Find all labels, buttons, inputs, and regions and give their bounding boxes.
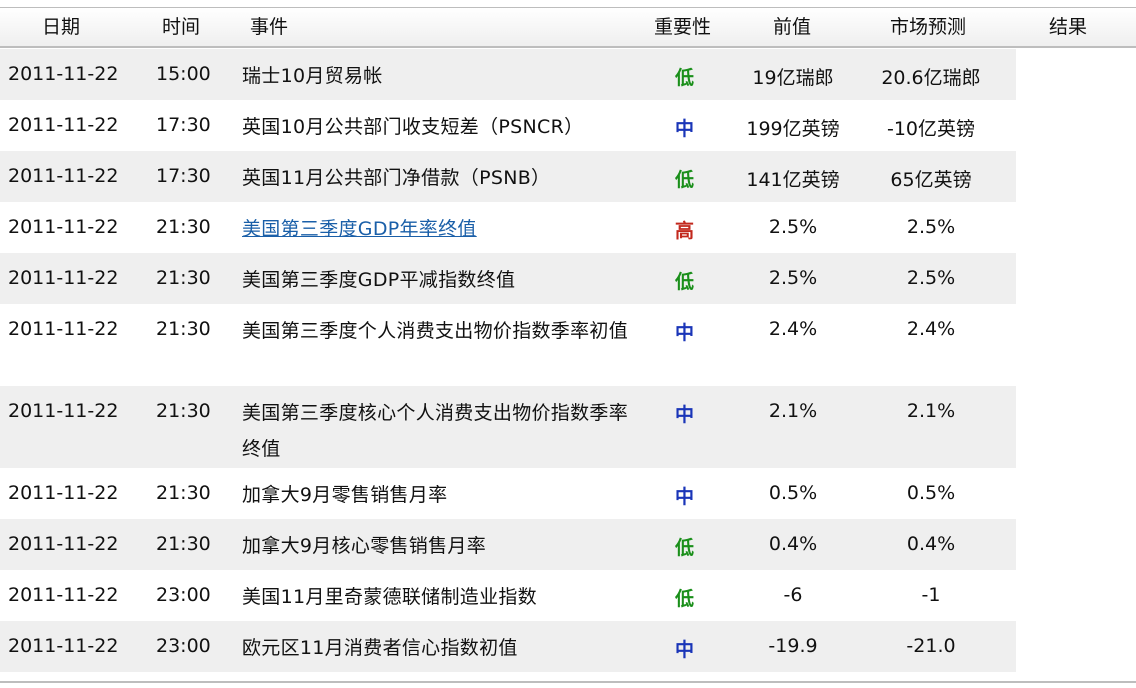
row-date: 2011-11-22	[8, 584, 119, 606]
importance-badge: 中	[675, 322, 695, 344]
row-date: 2011-11-22	[8, 635, 119, 657]
header-time: 时间	[162, 16, 201, 38]
row-time: 21:30	[156, 482, 211, 504]
header-event: 事件	[250, 16, 289, 38]
row-time: 21:30	[156, 318, 211, 340]
importance-badge: 低	[675, 67, 695, 89]
table-bottom-divider	[0, 681, 1136, 683]
table-row: 2011-11-22 21:30 加拿大9月零售销售月率中 0.5% 0.5%	[0, 468, 1016, 519]
row-time: 21:30	[156, 533, 211, 555]
row-time: 23:00	[156, 584, 211, 606]
row-time: 21:30	[156, 216, 211, 238]
row-forecast: 2.5%	[906, 267, 956, 289]
row-forecast: 2.1%	[906, 400, 956, 422]
row-event: 加拿大9月核心零售销售月率	[242, 535, 486, 557]
row-event: 美国第三季度GDP平减指数终值	[242, 269, 516, 291]
row-date: 2011-11-22	[8, 400, 119, 422]
importance-badge: 中	[675, 118, 695, 140]
row-forecast: 0.4%	[906, 533, 956, 555]
table-row: 2011-11-22 15:00 瑞士10月贸易帐低 19亿瑞郎 20.6亿瑞郎	[0, 49, 1016, 100]
importance-badge: 低	[675, 588, 695, 610]
row-date: 2011-11-22	[8, 533, 119, 555]
importance-badge: 低	[675, 537, 695, 559]
row-date: 2011-11-22	[8, 318, 119, 340]
table-row: 2011-11-22 23:00 欧元区11月消费者信心指数初值中 -19.9 -21.…	[0, 621, 1016, 672]
row-time: 17:30	[156, 114, 211, 136]
table-row: 2011-11-22 21:30 美国第三季度GDP年率终值高 2.5% 2.5%	[0, 202, 1016, 253]
row-date: 2011-11-22	[8, 482, 119, 504]
row-time: 21:30	[156, 400, 211, 422]
table-row: 2011-11-22 17:30 英国11月公共部门净借款（PSNB）低 141亿英镑…	[0, 151, 1016, 202]
row-forecast: 2.4%	[906, 318, 956, 340]
row-forecast: -21.0	[906, 635, 956, 657]
row-time: 17:30	[156, 165, 211, 187]
table-row: 2011-11-22 23:00 美国11月里奇蒙德联储制造业指数低 -6 -1	[0, 570, 1016, 621]
importance-badge: 高	[675, 220, 695, 242]
row-forecast: 20.6亿瑞郎	[881, 67, 981, 89]
table-body: 2011-11-22 15:00 瑞士10月贸易帐低 19亿瑞郎 20.6亿瑞郎 2011…	[0, 49, 1136, 672]
row-forecast: -1	[921, 584, 941, 606]
table-row: 2011-11-22 21:30 美国第三季度核心个人消费支出物价指数季率终值 中 2.…	[0, 386, 1016, 468]
header-previous: 前值	[773, 16, 812, 38]
importance-badge: 中	[675, 486, 695, 508]
row-event: 欧元区11月消费者信心指数初值	[242, 637, 518, 659]
row-date: 2011-11-22	[8, 267, 119, 289]
row-date: 2011-11-22	[8, 165, 119, 187]
importance-badge: 低	[675, 169, 695, 191]
row-event: 美国第三季度个人消费支出物价指数季率初值	[242, 320, 629, 342]
header-importance: 重要性	[654, 16, 712, 38]
importance-badge: 中	[675, 639, 695, 661]
row-event: 英国10月公共部门收支短差（PSNCR）	[242, 116, 584, 138]
table-row: 2011-11-22 21:30 美国第三季度GDP平减指数终值低 2.5% 2.5%	[0, 253, 1016, 304]
row-forecast: 2.5%	[906, 216, 956, 238]
importance-badge: 中	[675, 404, 695, 426]
row-event: 加拿大9月零售销售月率	[242, 484, 448, 506]
importance-badge: 低	[675, 271, 695, 293]
row-forecast: 65亿英镑	[890, 169, 972, 191]
row-date: 2011-11-22	[8, 63, 119, 85]
table-row: 2011-11-22 17:30 英国10月公共部门收支短差（PSNCR）中 199亿…	[0, 100, 1016, 151]
header-result: 结果	[1049, 16, 1088, 38]
row-time: 23:00	[156, 635, 211, 657]
table-header: 日期 时间 事件 重要性 前值 市场预测 结果	[0, 7, 1136, 48]
row-event: 英国11月公共部门净借款（PSNB）	[242, 167, 551, 189]
row-event: 瑞士10月贸易帐	[242, 65, 383, 87]
table-row: 2011-11-22 21:30 加拿大9月核心零售销售月率低 0.4% 0.4%	[0, 519, 1016, 570]
row-time: 15:00	[156, 63, 211, 85]
row-time: 21:30	[156, 267, 211, 289]
row-forecast: -10亿英镑	[886, 118, 976, 140]
header-forecast: 市场预测	[890, 16, 967, 38]
row-event: 美国11月里奇蒙德联储制造业指数	[242, 586, 537, 608]
header-date: 日期	[42, 16, 81, 38]
row-date: 2011-11-22	[8, 216, 119, 238]
row-event: 美国第三季度核心个人消费支出物价指数季率终值	[242, 402, 629, 460]
economic-calendar-table: 日期 时间 事件 重要性 前值 市场预测 结果 2011-11-22 15:00 瑞…	[0, 0, 1136, 688]
row-forecast: 0.5%	[906, 482, 956, 504]
event-link[interactable]: 美国第三季度GDP年率终值	[242, 211, 647, 247]
table-row: 2011-11-22 21:30 美国第三季度个人消费支出物价指数季率初值 中 2.4%…	[0, 304, 1016, 386]
row-date: 2011-11-22	[8, 114, 119, 136]
